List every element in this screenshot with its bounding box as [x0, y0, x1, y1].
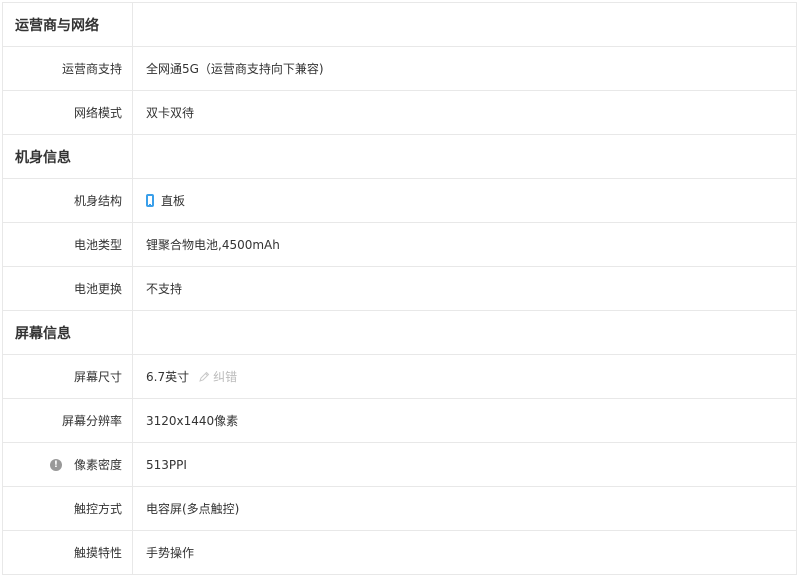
section-title: 屏幕信息	[3, 311, 133, 354]
pencil-icon	[199, 371, 210, 382]
spec-value: 513PPI	[146, 457, 187, 472]
spec-value: 锂聚合物电池,4500mAh	[146, 238, 280, 252]
correction-link[interactable]: 纠错	[198, 368, 237, 385]
spec-label: 电池更换	[3, 267, 133, 310]
spec-row-battery-type: 电池类型 锂聚合物电池,4500mAh	[3, 223, 796, 267]
spec-value: 6.7英寸	[146, 370, 190, 384]
spec-label: 触摸特性	[3, 531, 133, 574]
spec-row-carrier-support: 运营商支持 全网通5G（运营商支持向下兼容)	[3, 47, 796, 91]
spec-value: 手势操作	[146, 546, 195, 560]
spec-value: 全网通5G（运营商支持向下兼容)	[146, 62, 324, 76]
section-header-screen: 屏幕信息	[3, 311, 796, 355]
spec-label: 机身结构	[3, 179, 133, 222]
spec-row-pixel-density: ! 像素密度 513PPI	[3, 443, 796, 487]
spec-label: 网络模式	[3, 91, 133, 134]
spec-label: 运营商支持	[3, 47, 133, 90]
spec-value: 电容屏(多点触控)	[146, 502, 240, 516]
spec-value: 直板	[161, 194, 186, 208]
spec-label: 电池类型	[3, 223, 133, 266]
section-header-body: 机身信息	[3, 135, 796, 179]
section-title: 机身信息	[3, 135, 133, 178]
section-header-network: 运营商与网络	[3, 3, 796, 47]
section-title: 运营商与网络	[3, 3, 133, 46]
spec-row-screen-resolution: 屏幕分辨率 3120x1440像素	[3, 399, 796, 443]
spec-label: 触控方式	[3, 487, 133, 530]
phone-bar-icon	[146, 194, 154, 207]
spec-row-touch-features: 触摸特性 手势操作	[3, 531, 796, 575]
spec-value: 3120x1440像素	[146, 414, 239, 428]
info-icon[interactable]: !	[49, 458, 62, 471]
spec-row-touch-method: 触控方式 电容屏(多点触控)	[3, 487, 796, 531]
spec-row-network-mode: 网络模式 双卡双待	[3, 91, 796, 135]
spec-row-body-structure: 机身结构 直板	[3, 179, 796, 223]
spec-label: 屏幕分辨率	[3, 399, 133, 442]
spec-row-battery-replace: 电池更换 不支持	[3, 267, 796, 311]
spec-value: 不支持	[146, 282, 183, 296]
spec-value: 双卡双待	[146, 106, 195, 120]
correction-label: 纠错	[213, 370, 238, 384]
spec-table: 运营商与网络 运营商支持 全网通5G（运营商支持向下兼容) 网络模式 双卡双待 …	[2, 2, 797, 575]
spec-row-screen-size: 屏幕尺寸 6.7英寸 纠错	[3, 355, 796, 399]
spec-label: 屏幕尺寸	[3, 355, 133, 398]
spec-label: 像素密度	[73, 458, 122, 472]
